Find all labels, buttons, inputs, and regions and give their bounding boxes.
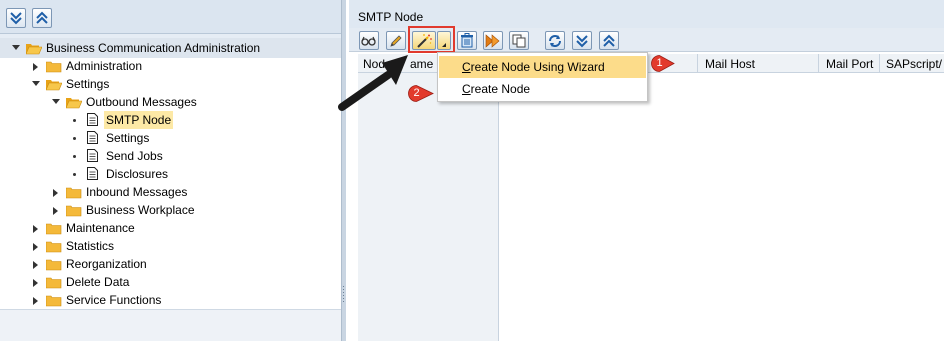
- tree-node-send-jobs[interactable]: Send Jobs: [0, 147, 341, 165]
- folder-icon: [65, 204, 82, 217]
- refresh-button[interactable]: [545, 31, 565, 50]
- menu-mnemonic: C: [462, 82, 471, 96]
- callout-arrow-icon: [338, 55, 408, 111]
- page-title: SMTP Node: [358, 10, 424, 24]
- tree-node-outbound-messages[interactable]: Outbound Messages: [0, 93, 341, 111]
- collapsed-triangle-icon[interactable]: [33, 273, 41, 291]
- bullet-icon: [73, 173, 76, 176]
- menu-mnemonic: C: [462, 60, 471, 74]
- document-icon: [87, 131, 98, 144]
- delete-button[interactable]: [457, 31, 477, 50]
- tree-label: Settings: [106, 131, 150, 145]
- tree-label: Business Communication Administration: [46, 41, 261, 55]
- tree-node-business-workplace[interactable]: Business Workplace: [0, 201, 341, 219]
- collapse-button[interactable]: [599, 31, 619, 50]
- open-folder-icon: [25, 42, 43, 55]
- collapsed-triangle-icon[interactable]: [33, 219, 41, 237]
- create-context-menu: Create Node Using Wizard Create Node: [437, 52, 648, 102]
- column-separator: [697, 54, 698, 73]
- folder-icon: [45, 276, 62, 289]
- expanded-triangle-icon[interactable]: [52, 93, 60, 111]
- tree-label: Delete Data: [66, 275, 130, 289]
- tree-label: Send Jobs: [106, 149, 163, 163]
- copy-icon: [512, 34, 526, 47]
- column-header-mail-host[interactable]: Mail Host: [705, 57, 755, 71]
- tree-label: Reorganization: [66, 257, 147, 271]
- tree-node-settings-doc[interactable]: Settings: [0, 129, 341, 147]
- menu-item-label: reate Node Using Wizard: [470, 60, 605, 74]
- activate-button[interactable]: [483, 31, 503, 50]
- collapse-all-icon: [36, 11, 48, 24]
- expand-all-button[interactable]: [6, 8, 26, 28]
- column-separator: [818, 54, 819, 73]
- bullet-icon: [73, 119, 76, 122]
- step-badge-1: 1: [651, 55, 675, 72]
- collapsed-triangle-icon[interactable]: [33, 255, 41, 273]
- tree-label: SMTP Node: [104, 111, 174, 129]
- menu-item-create-node-using-wizard[interactable]: Create Node Using Wizard: [439, 56, 646, 78]
- column-separator: [879, 54, 880, 73]
- collapse-all-icon: [603, 34, 615, 47]
- collapsed-triangle-icon[interactable]: [53, 201, 61, 219]
- document-icon: [87, 167, 98, 180]
- tree-node-delete-data[interactable]: Delete Data: [0, 273, 341, 291]
- collapsed-triangle-icon[interactable]: [33, 57, 41, 75]
- tree-node-maintenance[interactable]: Maintenance: [0, 219, 341, 237]
- tree-label: Disclosures: [106, 167, 169, 181]
- tree-label: Statistics: [66, 239, 115, 253]
- open-folder-icon: [45, 78, 63, 91]
- collapsed-triangle-icon[interactable]: [33, 237, 41, 255]
- document-icon: [87, 113, 98, 126]
- trash-icon: [461, 33, 473, 48]
- tree-label: Outbound Messages: [86, 95, 197, 109]
- expand-all-icon: [576, 34, 588, 47]
- tree-node-smtp-node[interactable]: SMTP Node: [0, 111, 341, 129]
- column-header-sapscript[interactable]: SAPscript/: [886, 57, 942, 71]
- content-title-bar: [349, 0, 944, 28]
- left-toolbar: [0, 0, 341, 34]
- collapse-all-button[interactable]: [32, 8, 52, 28]
- open-folder-icon: [65, 96, 83, 109]
- folder-icon: [45, 294, 62, 307]
- copy-button[interactable]: [509, 31, 529, 50]
- column-header-mail-port[interactable]: Mail Port: [826, 57, 873, 71]
- folder-icon: [45, 240, 62, 253]
- document-icon: [87, 149, 98, 162]
- tree-node-reorganization[interactable]: Reorganization: [0, 255, 341, 273]
- collapsed-triangle-icon[interactable]: [33, 291, 41, 309]
- tree-label: Business Workplace: [86, 203, 195, 217]
- expand-button[interactable]: [572, 31, 592, 50]
- expanded-triangle-icon[interactable]: [12, 39, 20, 57]
- expanded-triangle-icon[interactable]: [32, 75, 40, 93]
- tree-node-settings[interactable]: Settings: [0, 75, 341, 93]
- tree-node-administration[interactable]: Administration: [0, 57, 341, 75]
- tree-label: Service Functions: [66, 293, 162, 307]
- folder-icon: [45, 222, 62, 235]
- tree-label: Settings: [66, 77, 110, 91]
- collapsed-triangle-icon[interactable]: [53, 183, 61, 201]
- tree-node-inbound-messages[interactable]: Inbound Messages: [0, 183, 341, 201]
- menu-item-label: reate Node: [470, 82, 531, 96]
- tree-node-root[interactable]: Business Communication Administration: [0, 39, 341, 57]
- folder-icon: [45, 258, 62, 271]
- tree-footer: [0, 309, 341, 341]
- tree-label: Maintenance: [66, 221, 135, 235]
- tree-node-disclosures[interactable]: Disclosures: [0, 165, 341, 183]
- folder-icon: [65, 186, 82, 199]
- tree-node-service-functions[interactable]: Service Functions: [0, 291, 341, 309]
- tree-label: Inbound Messages: [86, 185, 188, 199]
- splitter-grip-icon: [343, 286, 344, 302]
- bullet-icon: [73, 137, 76, 140]
- menu-item-create-node[interactable]: Create Node: [439, 78, 646, 100]
- tree-node-statistics[interactable]: Statistics: [0, 237, 341, 255]
- bullet-icon: [73, 155, 76, 158]
- refresh-icon: [549, 34, 561, 47]
- forward-icon: [485, 33, 500, 48]
- tree-label: Administration: [66, 59, 143, 73]
- expand-all-icon: [10, 12, 22, 25]
- folder-icon: [45, 60, 62, 73]
